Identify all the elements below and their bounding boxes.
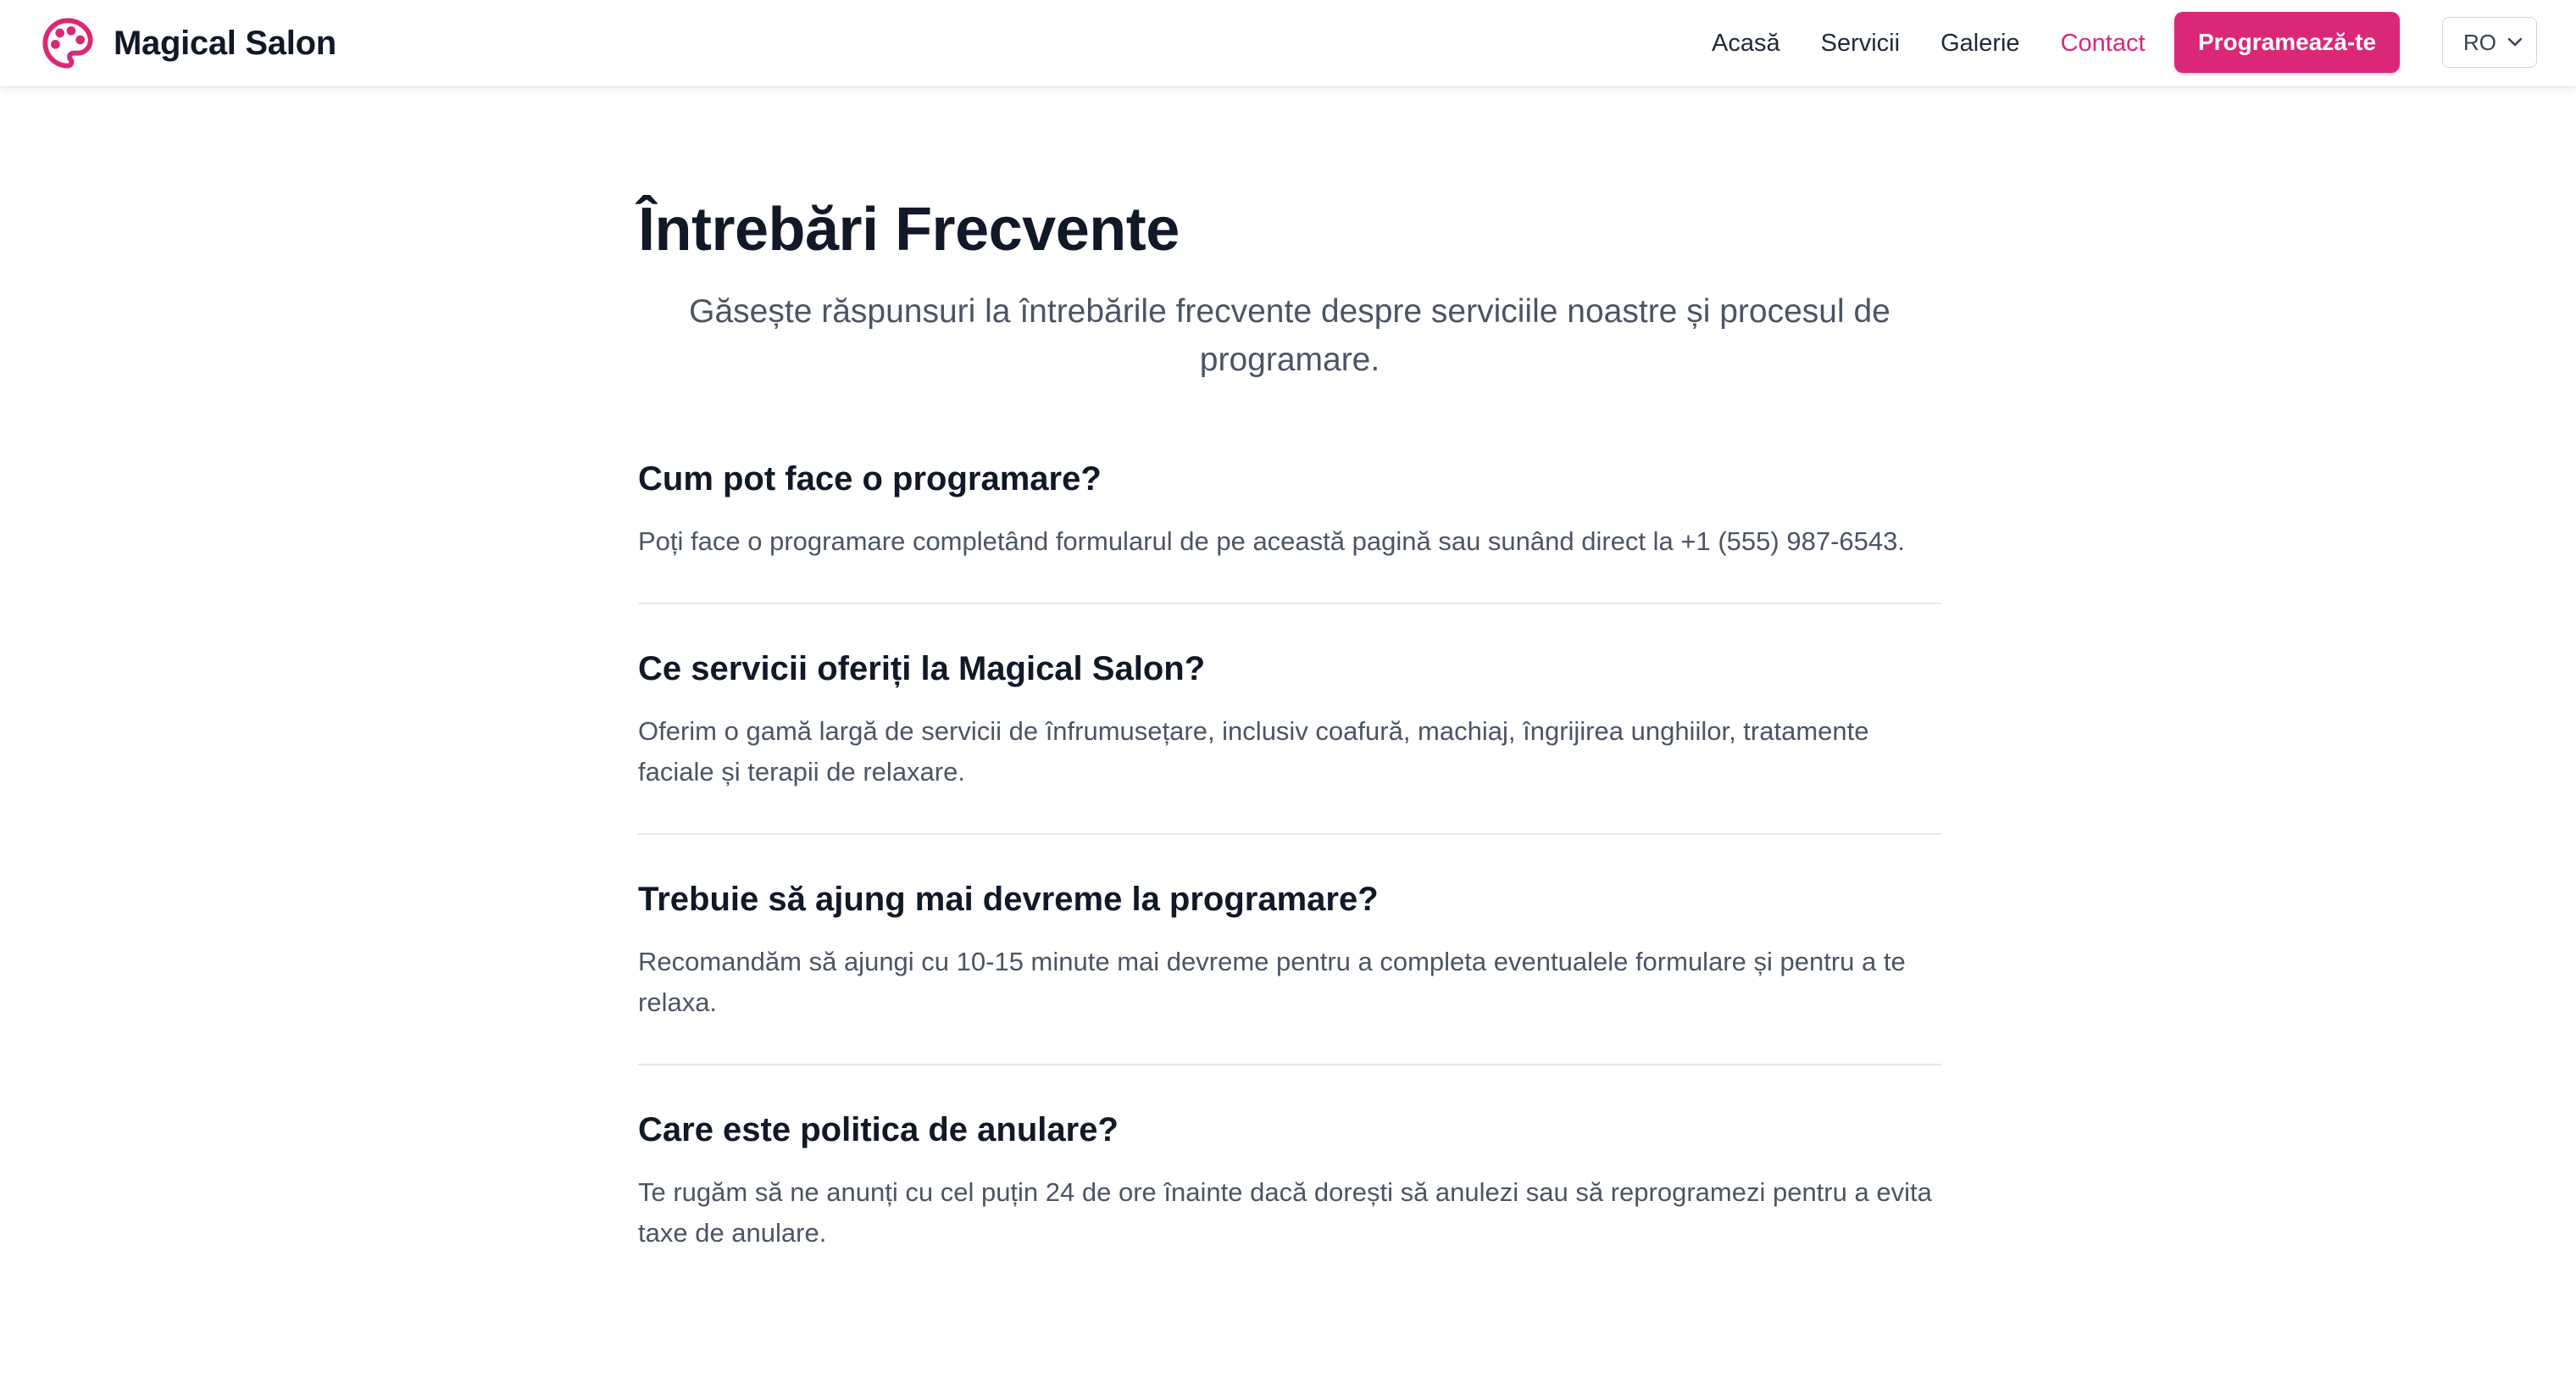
faq-answer: Te rugăm să ne anunți cu cel puțin 24 de… bbox=[638, 1176, 1932, 1248]
language-value: RO bbox=[2463, 29, 2496, 55]
language-select[interactable]: RO bbox=[2442, 17, 2537, 68]
faq-question: Ce servicii oferiți la Magical Salon? bbox=[638, 649, 1206, 687]
brand-name: Magical Salon bbox=[114, 24, 336, 62]
page-title: Întrebări Frecvente bbox=[638, 196, 1180, 264]
faq-question: Care este politica de anulare? bbox=[638, 1110, 1119, 1148]
faq-answer: Oferim o gamă largă de servicii de înfru… bbox=[638, 715, 1869, 787]
main-nav: Acasă Servicii Galerie Contact bbox=[1712, 0, 2186, 86]
page-subtitle: Găsește răspunsuri la întrebările frecve… bbox=[689, 292, 1890, 378]
brand-link[interactable]: Magical Salon bbox=[41, 16, 336, 70]
faq-answer: Poți face o programare completând formul… bbox=[638, 525, 1905, 556]
faq-question: Cum pot face o programare? bbox=[638, 459, 1102, 498]
faq-answer: Recomandăm să ajungi cu 10-15 minute mai… bbox=[638, 946, 1906, 1017]
nav-link-contact[interactable]: Contact bbox=[2061, 30, 2146, 58]
faq-list: Cum pot face o programare? Poți face o p… bbox=[638, 459, 1941, 1294]
faq-question: Trebuie să ajung mai devreme la programa… bbox=[638, 880, 1379, 918]
palette-icon bbox=[42, 18, 93, 69]
faq-item: Cum pot face o programare? Poți face o p… bbox=[638, 459, 1941, 604]
nav-link-galerie[interactable]: Galerie bbox=[1940, 30, 2020, 58]
book-appointment-button[interactable]: Programează-te bbox=[2174, 12, 2400, 73]
faq-item: Ce servicii oferiți la Magical Salon? Of… bbox=[638, 648, 1941, 835]
faq-section: Întrebări Frecvente Găsește răspunsuri l… bbox=[638, 195, 1941, 1338]
chevron-down-icon bbox=[2507, 37, 2523, 47]
faq-item: Care este politica de anulare? Te rugăm … bbox=[638, 1109, 1941, 1294]
nav-link-servicii[interactable]: Servicii bbox=[1821, 30, 1900, 58]
navbar: Magical Salon Acasă Servicii Galerie Con… bbox=[0, 0, 2576, 86]
nav-link-acasa[interactable]: Acasă bbox=[1712, 30, 1780, 58]
faq-item: Trebuie să ajung mai devreme la programa… bbox=[638, 879, 1941, 1065]
